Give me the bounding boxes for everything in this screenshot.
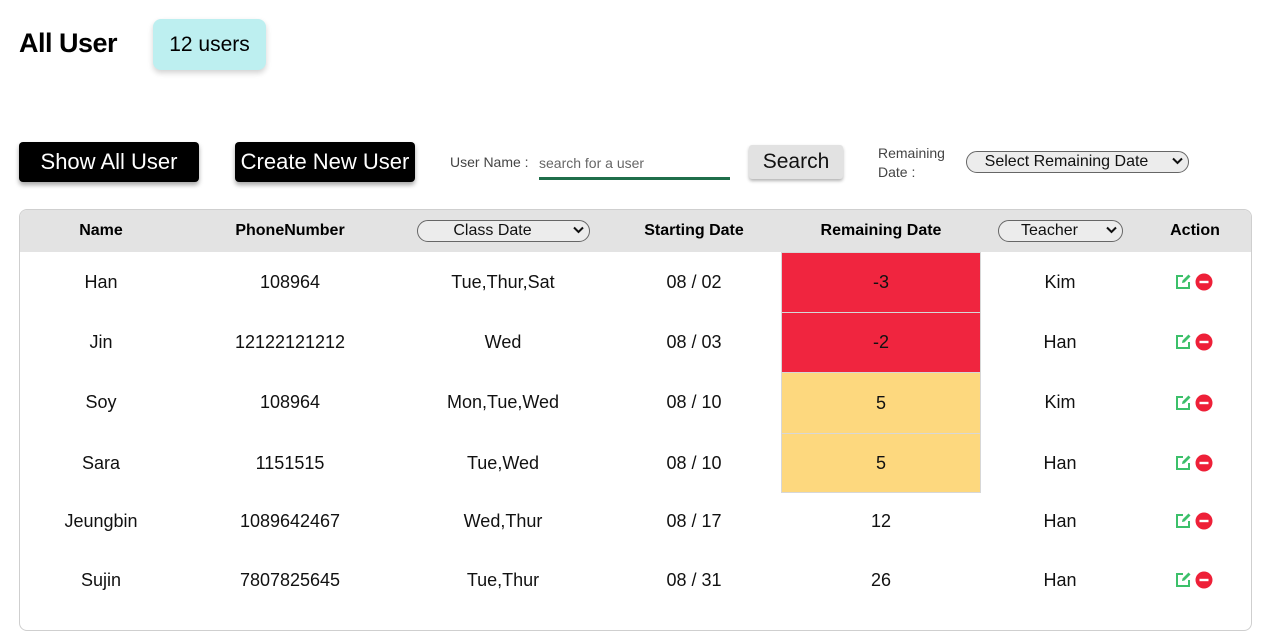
create-new-user-button[interactable]: Create New User [235,142,415,182]
row-actions [1174,252,1213,312]
cell-class-date: Tue,Thur,Sat [451,271,555,292]
cell-class-date: Tue,Wed [466,452,540,473]
chevron-down-icon [567,225,589,237]
row-actions [1174,550,1213,610]
cell-name: Soy [85,392,117,412]
username-label: User Name : [450,154,529,170]
search-input[interactable] [539,148,730,180]
cell-starting-date: 08 / 03 [666,331,722,352]
cell-class-date: Wed,Thur [463,510,543,531]
table-row: Han 108964 Tue,Thur,Sat 08 / 02 Kim -3 [20,252,1251,312]
delete-icon[interactable] [1195,454,1213,472]
cell-class-date: Tue,Thur [466,569,540,590]
delete-icon[interactable] [1195,571,1213,589]
delete-icon[interactable] [1195,394,1213,412]
remaining-date-label-line2: Date : [878,164,916,180]
header-remaining-date: Remaining Date [820,222,942,239]
cell-teacher: Han [1043,452,1077,473]
cell-starting-date: 08 / 10 [666,452,722,473]
chevron-down-icon [1166,156,1188,168]
cell-name: Jeungbin [64,510,138,531]
table-row: Jin 12122121212 Wed 08 / 03 Han -2 [20,312,1251,372]
cell-starting-date: 08 / 31 [666,569,722,590]
table-row: Sara 1151515 Tue,Wed 08 / 10 Han 5 [20,433,1251,493]
table-row: Sujin 7807825645 Tue,Thur 08 / 31 Han 26 [20,550,1251,610]
cell-teacher: Han [1043,510,1077,531]
cell-phone: 108964 [259,271,321,292]
remaining-date-label: Remaining Date : [878,144,945,182]
cell-remaining-date: 5 [781,372,981,433]
cell-class-date: Wed [484,331,522,352]
header-name: Name [79,222,123,239]
header-phone: PhoneNumber [235,222,345,239]
table-row: Jeungbin 1089642467 Wed,Thur 08 / 17 Han 12 [20,492,1251,550]
cell-teacher: Kim [1044,271,1076,292]
cell-remaining-date: -2 [781,312,981,372]
cell-phone: 108964 [259,392,321,412]
users-table: Name PhoneNumber Class Date Starting Dat… [19,209,1252,631]
edit-icon[interactable] [1174,394,1192,412]
table-row: Soy 108964 Mon,Tue,Wed 08 / 10 Kim 5 [20,372,1251,433]
remaining-date-select[interactable]: Select Remaining Date [966,151,1189,173]
edit-icon[interactable] [1174,571,1192,589]
cell-name: Han [84,271,118,292]
cell-class-date: Mon,Tue,Wed [446,392,560,412]
cell-phone: 1089642467 [239,510,341,531]
edit-icon[interactable] [1174,333,1192,351]
search-button[interactable]: Search [749,145,843,179]
chevron-down-icon [1100,225,1122,237]
row-actions [1174,312,1213,372]
cell-starting-date: 08 / 02 [666,271,722,292]
page-title: All User [19,28,118,58]
cell-teacher: Han [1043,331,1077,352]
delete-icon[interactable] [1195,273,1213,291]
teacher-select[interactable]: Teacher [998,220,1123,242]
row-actions [1174,433,1213,493]
class-date-select-value: Class Date [453,222,532,239]
remaining-date-label-line1: Remaining [878,145,945,161]
cell-remaining-date: 12 [870,510,892,531]
row-actions [1174,372,1213,433]
cell-name: Sujin [80,569,122,590]
cell-name: Jin [89,331,113,352]
cell-teacher: Han [1043,569,1077,590]
remaining-date-select-value: Select Remaining Date [984,153,1149,170]
cell-starting-date: 08 / 17 [666,510,722,531]
class-date-select[interactable]: Class Date [417,220,590,242]
table-header: Name PhoneNumber Class Date Starting Dat… [20,210,1251,252]
header-starting-date: Starting Date [644,222,744,239]
cell-phone: 1151515 [255,452,325,473]
delete-icon[interactable] [1195,333,1213,351]
cell-name: Sara [81,452,121,473]
delete-icon[interactable] [1195,512,1213,530]
user-count-badge: 12 users [153,19,266,70]
cell-phone: 7807825645 [239,569,341,590]
teacher-select-value: Teacher [1021,222,1078,239]
header-action: Action [1170,222,1220,239]
edit-icon[interactable] [1174,273,1192,291]
show-all-user-button[interactable]: Show All User [19,142,199,182]
cell-remaining-date: -3 [781,252,981,312]
cell-teacher: Kim [1044,392,1076,412]
edit-icon[interactable] [1174,454,1192,472]
cell-remaining-date: 26 [870,569,892,590]
cell-phone: 12122121212 [234,331,346,352]
cell-starting-date: 08 / 10 [666,392,722,412]
row-actions [1174,492,1213,550]
cell-remaining-date: 5 [781,433,981,493]
edit-icon[interactable] [1174,512,1192,530]
